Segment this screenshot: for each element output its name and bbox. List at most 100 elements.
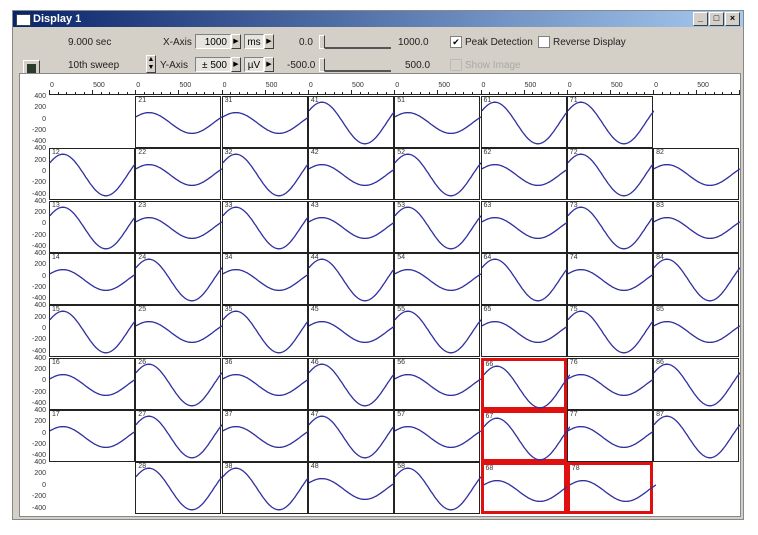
sweep-cell[interactable]: 64: [480, 252, 568, 305]
sweep-cell[interactable]: 52: [394, 148, 482, 201]
sweep-cell[interactable]: 14: [49, 252, 136, 305]
sweep-cell[interactable]: 75: [566, 305, 654, 358]
sweep-cell[interactable]: 76: [566, 357, 654, 410]
waveform: [222, 111, 309, 135]
sweep-cell[interactable]: 31: [221, 96, 309, 148]
reverse-display-checkbox[interactable]: [538, 36, 550, 48]
sweep-cell[interactable]: 43: [307, 200, 395, 253]
x-axis-tick: [368, 92, 370, 95]
sweep-cell[interactable]: 17: [49, 409, 136, 462]
sweep-cell[interactable]: 85: [653, 305, 741, 358]
sweep-cell[interactable]: 26: [135, 357, 223, 410]
sweep-cell[interactable]: 48: [307, 462, 395, 515]
waveform-trace: [50, 373, 136, 396]
sweep-cell[interactable]: 54: [394, 252, 482, 305]
x-axis-unit[interactable]: ms: [244, 34, 264, 49]
sweep-cell[interactable]: 56: [394, 357, 482, 410]
waveform: [136, 467, 223, 511]
x-axis-tick: [411, 92, 413, 95]
sweep-cell[interactable]: 15: [49, 305, 136, 358]
sweep-cell[interactable]: 28: [135, 462, 223, 515]
maximize-button[interactable]: □: [709, 12, 724, 26]
y-axis-unit-arrow[interactable]: ▶: [264, 57, 274, 72]
sweep-cell[interactable]: 58: [394, 462, 482, 515]
waveform: [308, 415, 395, 459]
waveform: [308, 164, 395, 187]
sweep-cell[interactable]: 32: [221, 148, 309, 201]
highlighted-sweep-cell[interactable]: 67: [480, 409, 570, 462]
x-axis-tick: [100, 92, 102, 95]
x-axis-tick: [687, 92, 689, 95]
sweep-cell[interactable]: 13: [49, 200, 136, 253]
show-image-checkbox[interactable]: [450, 59, 462, 71]
sweep-cell[interactable]: 44: [307, 252, 395, 305]
sweep-cell[interactable]: 87: [653, 409, 741, 462]
waveform-trace: [136, 111, 223, 135]
sweep-cell[interactable]: 12: [49, 148, 136, 201]
sweep-cell[interactable]: 37: [221, 409, 309, 462]
sweep-cell[interactable]: 22: [135, 148, 223, 201]
sweep-cell[interactable]: 36: [221, 357, 309, 410]
sweep-cell[interactable]: 47: [307, 409, 395, 462]
sweep-cell[interactable]: 23: [135, 200, 223, 253]
peak-detection-checkbox[interactable]: ✔: [450, 36, 462, 48]
x-range-slider[interactable]: [319, 35, 391, 49]
y-axis-unit[interactable]: µV: [244, 57, 264, 72]
waveform: [222, 206, 309, 250]
sweep-cell[interactable]: 63: [480, 200, 568, 253]
waveform: [395, 206, 482, 250]
x-axis-unit-arrow[interactable]: ▶: [264, 34, 274, 49]
sweep-cell[interactable]: 77: [566, 409, 654, 462]
sweep-cell[interactable]: 73: [566, 200, 654, 253]
sweep-cell[interactable]: 83: [653, 200, 741, 253]
y-axis-spinner[interactable]: ▲ ▼: [146, 55, 156, 73]
x-axis-tick: [282, 92, 283, 95]
sweep-cell[interactable]: 41: [307, 96, 395, 148]
sweep-cell[interactable]: 45: [307, 305, 395, 358]
minimize-button[interactable]: _: [693, 12, 708, 26]
sweep-cell[interactable]: 33: [221, 200, 309, 253]
sweep-cell[interactable]: 34: [221, 252, 309, 305]
sweep-cell[interactable]: 46: [307, 357, 395, 410]
sweep-cell[interactable]: 35: [221, 305, 309, 358]
sweep-cell[interactable]: 65: [480, 305, 568, 358]
y-tick-label: -200: [31, 336, 46, 344]
sweep-cell[interactable]: 72: [566, 148, 654, 201]
waveform-trace: [50, 268, 136, 291]
sweep-cell[interactable]: 82: [653, 148, 741, 201]
highlighted-sweep-cell[interactable]: 78: [566, 462, 656, 515]
sweep-cell[interactable]: 16: [49, 357, 136, 410]
y-tick-label: 400: [34, 302, 46, 310]
y-tick-label: 200: [34, 104, 46, 112]
sweep-cell[interactable]: 55: [394, 305, 482, 358]
sweep-cell[interactable]: 62: [480, 148, 568, 201]
sweep-cell[interactable]: 53: [394, 200, 482, 253]
sweep-cell[interactable]: 57: [394, 409, 482, 462]
sweep-cell[interactable]: 38: [221, 462, 309, 515]
waveform-trace: [136, 164, 223, 187]
sweep-cell[interactable]: 21: [135, 96, 223, 148]
x-axis-value[interactable]: 1000: [195, 34, 231, 49]
sweep-cell[interactable]: 84: [653, 252, 741, 305]
sweep-cell[interactable]: 51: [394, 96, 482, 148]
x-axis-value-arrow[interactable]: ▶: [231, 34, 241, 49]
y-tick-label: 0: [42, 168, 46, 176]
sweep-grid-plot: 0 500 0 500 0 500 0 500 0 500 0 500 0 500 0 500 400 200 0 -…: [19, 73, 741, 517]
y-range-slider[interactable]: [319, 58, 391, 72]
x-axis-tick: [299, 92, 301, 95]
y-tick-label: -200: [31, 231, 46, 239]
sweep-cell[interactable]: 42: [307, 148, 395, 201]
y-axis-value[interactable]: ± 500: [195, 57, 231, 72]
sweep-cell[interactable]: 25: [135, 305, 223, 358]
sweep-cell[interactable]: 27: [135, 409, 223, 462]
highlighted-sweep-cell[interactable]: 66: [480, 357, 570, 410]
sweep-cell[interactable]: 61: [480, 96, 568, 148]
sweep-cell[interactable]: 24: [135, 252, 223, 305]
close-button[interactable]: ×: [725, 12, 740, 26]
sweep-cell[interactable]: 71: [566, 96, 654, 148]
y-axis-value-arrow[interactable]: ▶: [231, 57, 241, 72]
sweep-cell[interactable]: 74: [566, 252, 654, 305]
highlighted-sweep-cell[interactable]: 68: [480, 462, 570, 515]
sweep-cell[interactable]: 86: [653, 357, 741, 410]
x-axis-tick: [307, 90, 309, 95]
